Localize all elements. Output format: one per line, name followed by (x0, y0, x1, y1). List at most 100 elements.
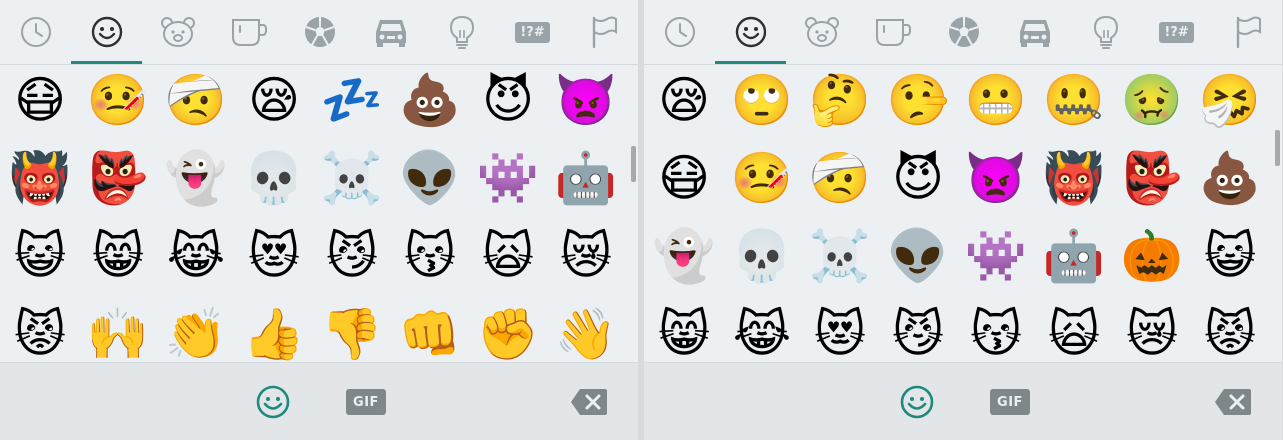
emoji-key[interactable]: 💀 (730, 224, 794, 288)
emoji-key[interactable]: 😻 (242, 224, 306, 288)
tab-smileys[interactable] (715, 0, 786, 64)
emoji-key[interactable]: 😽 (964, 302, 1028, 362)
emoji-key[interactable]: 👻 (164, 146, 228, 210)
tab-flags[interactable] (568, 0, 638, 64)
emoji-grid-scrollbar[interactable] (1275, 130, 1280, 166)
tab-objects[interactable] (426, 0, 497, 64)
emoji-key[interactable]: 🤕 (808, 146, 872, 210)
emoji-key[interactable]: ☠️ (320, 146, 384, 210)
tab-food[interactable] (857, 0, 928, 64)
emoji-key[interactable]: 🙀 (1042, 302, 1106, 362)
emoji-key[interactable]: 🤒 (86, 68, 150, 132)
emoji-key[interactable]: 🤒 (730, 146, 794, 210)
emoji-key[interactable]: 👾 (476, 146, 540, 210)
emoji-key[interactable]: 🙌 (86, 302, 150, 362)
emoji-key[interactable]: 💩 (1198, 146, 1262, 210)
emoji-key[interactable]: 🤖 (554, 146, 618, 210)
emoji-key[interactable]: 😪 (652, 68, 716, 132)
tab-food[interactable] (213, 0, 284, 64)
emoji-keyboard-button[interactable] (898, 383, 936, 421)
emoji-key[interactable]: ✊ (476, 302, 540, 362)
emoji-grid: 😷 🤒 🤕 😪 💤 💩 😈 👿 👹 👺 👻 💀 ☠️ 👽 👾 🤖 😺 😸 😹 😻 😼 😽 🙀 😿 😾 🙌 👏 👍 👎 👊 ✊ 👋 (0, 66, 632, 362)
tab-recent[interactable] (0, 0, 71, 64)
emoji-key[interactable]: 😷 (652, 146, 716, 210)
lightbulb-icon (1093, 15, 1118, 49)
emoji-key[interactable]: 😸 (652, 302, 716, 362)
emoji-key[interactable]: 🤖 (1042, 224, 1106, 288)
emoji-key[interactable]: 😾 (8, 302, 72, 362)
emoji-key[interactable]: 👿 (964, 146, 1028, 210)
emoji-key[interactable]: 🤧 (1198, 68, 1262, 132)
emoji-key[interactable]: 👎 (320, 302, 384, 362)
tab-animals[interactable] (142, 0, 213, 64)
emoji-key[interactable]: 🤥 (886, 68, 950, 132)
emoji-key[interactable]: 👽 (886, 224, 950, 288)
emoji-key[interactable]: 😺 (8, 224, 72, 288)
emoji-key[interactable]: 👻 (652, 224, 716, 288)
gif-button[interactable]: GIF (346, 389, 386, 415)
emoji-key[interactable]: 💀 (242, 146, 306, 210)
emoji-key[interactable]: 🤕 (164, 68, 228, 132)
emoji-key[interactable]: 👊 (398, 302, 462, 362)
emoji-key[interactable]: 👹 (1042, 146, 1106, 210)
backspace-button[interactable] (570, 387, 608, 417)
emoji-key[interactable]: 😷 (8, 68, 72, 132)
tab-travel[interactable] (999, 0, 1070, 64)
tab-flags[interactable] (1212, 0, 1282, 64)
emoji-key[interactable]: 🙀 (476, 224, 540, 288)
emoji-key[interactable]: 😿 (554, 224, 618, 288)
emoji-key[interactable]: 👍 (242, 302, 306, 362)
emoji-key[interactable]: 👋 (554, 302, 618, 362)
cup-icon (875, 19, 911, 46)
emoji-key[interactable]: 🤔 (808, 68, 872, 132)
emoji-key[interactable]: 👾 (964, 224, 1028, 288)
emoji-keyboard-button[interactable] (254, 383, 292, 421)
emoji-key[interactable]: 😪 (242, 68, 306, 132)
keyboard-bottom-bar: GIF (0, 362, 638, 440)
emoji-key[interactable]: 😿 (1120, 302, 1184, 362)
category-tab-bar: !?# (644, 0, 1282, 65)
emoji-key[interactable]: 😼 (320, 224, 384, 288)
emoji-key[interactable]: 😽 (398, 224, 462, 288)
backspace-button[interactable] (1214, 387, 1252, 417)
emoji-key[interactable]: 😈 (476, 68, 540, 132)
emoji-key[interactable]: 🎃 (1120, 224, 1184, 288)
emoji-key[interactable]: 😺 (1198, 224, 1262, 288)
emoji-key[interactable]: 👺 (1120, 146, 1184, 210)
tab-symbols[interactable]: !?# (497, 0, 568, 64)
keyboard-bottom-bar: GIF (644, 362, 1282, 440)
tab-animals[interactable] (786, 0, 857, 64)
emoji-key[interactable]: ☠️ (808, 224, 872, 288)
emoji-key[interactable]: 👿 (554, 68, 618, 132)
emoji-key[interactable]: 😹 (164, 224, 228, 288)
emoji-key[interactable]: 😬 (964, 68, 1028, 132)
emoji-key[interactable]: 😹 (730, 302, 794, 362)
emoji-key[interactable]: 🤢 (1120, 68, 1184, 132)
soccer-ball-icon (304, 17, 335, 47)
tab-symbols[interactable]: !?# (1141, 0, 1212, 64)
emoji-key[interactable]: 😸 (86, 224, 150, 288)
emoji-key[interactable]: 👽 (398, 146, 462, 210)
tab-activities[interactable] (284, 0, 355, 64)
tab-travel[interactable] (355, 0, 426, 64)
emoji-key[interactable]: 😻 (808, 302, 872, 362)
emoji-key[interactable]: 🤐 (1042, 68, 1106, 132)
emoji-key[interactable]: 💤 (320, 68, 384, 132)
emoji-grid-scrollbar[interactable] (631, 146, 636, 182)
tab-activities[interactable] (928, 0, 999, 64)
tab-smileys[interactable] (71, 0, 142, 64)
symbols-icon: !?# (515, 21, 550, 43)
emoji-key[interactable]: 😈 (886, 146, 950, 210)
emoji-key[interactable]: 😼 (886, 302, 950, 362)
gif-button[interactable]: GIF (990, 389, 1030, 415)
smiley-icon (256, 385, 290, 419)
tab-objects[interactable] (1070, 0, 1141, 64)
emoji-key[interactable]: 🙄 (730, 68, 794, 132)
emoji-key[interactable]: 😾 (1198, 302, 1262, 362)
tab-recent[interactable] (644, 0, 715, 64)
emoji-key[interactable]: 👏 (164, 302, 228, 362)
emoji-key[interactable]: 👹 (8, 146, 72, 210)
emoji-key[interactable]: 👺 (86, 146, 150, 210)
clock-icon (664, 17, 695, 47)
emoji-key[interactable]: 💩 (398, 68, 462, 132)
